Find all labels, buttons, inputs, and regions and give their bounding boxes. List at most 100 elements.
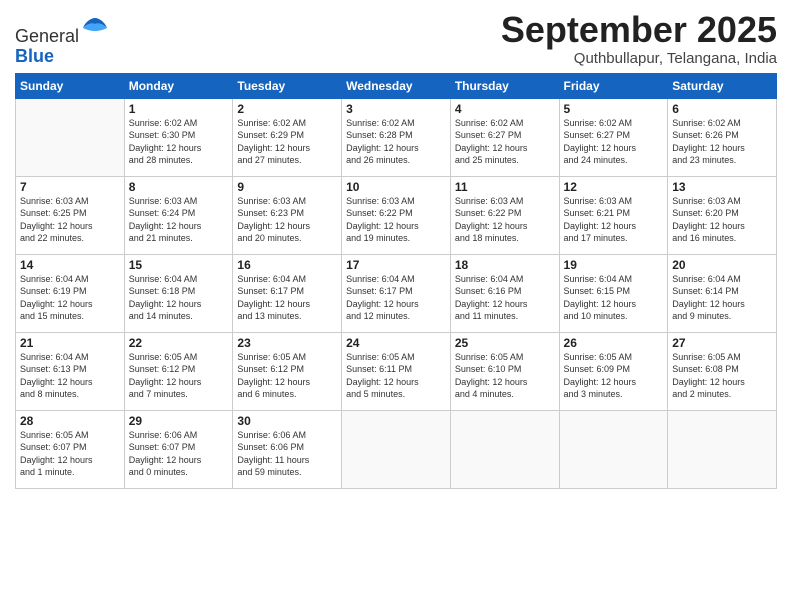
calendar-cell: 22Sunrise: 6:05 AM Sunset: 6:12 PM Dayli… xyxy=(124,332,233,410)
calendar-cell: 18Sunrise: 6:04 AM Sunset: 6:16 PM Dayli… xyxy=(450,254,559,332)
day-header-sunday: Sunday xyxy=(16,73,125,98)
calendar-cell: 1Sunrise: 6:02 AM Sunset: 6:30 PM Daylig… xyxy=(124,98,233,176)
day-number: 7 xyxy=(20,180,120,194)
day-info: Sunrise: 6:02 AM Sunset: 6:29 PM Dayligh… xyxy=(237,117,337,167)
calendar-cell: 29Sunrise: 6:06 AM Sunset: 6:07 PM Dayli… xyxy=(124,410,233,488)
logo-blue: Blue xyxy=(15,46,54,66)
day-header-tuesday: Tuesday xyxy=(233,73,342,98)
day-number: 18 xyxy=(455,258,555,272)
page: General Blue September 2025 Quthbullapur… xyxy=(0,0,792,612)
day-header-saturday: Saturday xyxy=(668,73,777,98)
day-number: 15 xyxy=(129,258,229,272)
calendar-cell: 19Sunrise: 6:04 AM Sunset: 6:15 PM Dayli… xyxy=(559,254,668,332)
day-info: Sunrise: 6:04 AM Sunset: 6:19 PM Dayligh… xyxy=(20,273,120,323)
day-number: 11 xyxy=(455,180,555,194)
day-number: 27 xyxy=(672,336,772,350)
day-info: Sunrise: 6:05 AM Sunset: 6:08 PM Dayligh… xyxy=(672,351,772,401)
day-info: Sunrise: 6:06 AM Sunset: 6:06 PM Dayligh… xyxy=(237,429,337,479)
day-number: 1 xyxy=(129,102,229,116)
day-info: Sunrise: 6:03 AM Sunset: 6:22 PM Dayligh… xyxy=(455,195,555,245)
day-info: Sunrise: 6:04 AM Sunset: 6:15 PM Dayligh… xyxy=(564,273,664,323)
day-number: 26 xyxy=(564,336,664,350)
calendar-cell: 4Sunrise: 6:02 AM Sunset: 6:27 PM Daylig… xyxy=(450,98,559,176)
calendar-cell: 7Sunrise: 6:03 AM Sunset: 6:25 PM Daylig… xyxy=(16,176,125,254)
day-number: 20 xyxy=(672,258,772,272)
calendar-cell: 8Sunrise: 6:03 AM Sunset: 6:24 PM Daylig… xyxy=(124,176,233,254)
day-number: 25 xyxy=(455,336,555,350)
calendar-cell: 23Sunrise: 6:05 AM Sunset: 6:12 PM Dayli… xyxy=(233,332,342,410)
calendar-body: 1Sunrise: 6:02 AM Sunset: 6:30 PM Daylig… xyxy=(16,98,777,488)
calendar-cell xyxy=(342,410,451,488)
calendar-cell: 15Sunrise: 6:04 AM Sunset: 6:18 PM Dayli… xyxy=(124,254,233,332)
week-row-4: 28Sunrise: 6:05 AM Sunset: 6:07 PM Dayli… xyxy=(16,410,777,488)
day-info: Sunrise: 6:02 AM Sunset: 6:26 PM Dayligh… xyxy=(672,117,772,167)
calendar-cell: 2Sunrise: 6:02 AM Sunset: 6:29 PM Daylig… xyxy=(233,98,342,176)
day-info: Sunrise: 6:03 AM Sunset: 6:21 PM Dayligh… xyxy=(564,195,664,245)
calendar-cell: 12Sunrise: 6:03 AM Sunset: 6:21 PM Dayli… xyxy=(559,176,668,254)
calendar-cell: 27Sunrise: 6:05 AM Sunset: 6:08 PM Dayli… xyxy=(668,332,777,410)
day-info: Sunrise: 6:03 AM Sunset: 6:22 PM Dayligh… xyxy=(346,195,446,245)
day-info: Sunrise: 6:04 AM Sunset: 6:14 PM Dayligh… xyxy=(672,273,772,323)
day-info: Sunrise: 6:03 AM Sunset: 6:23 PM Dayligh… xyxy=(237,195,337,245)
day-header-monday: Monday xyxy=(124,73,233,98)
calendar-cell: 13Sunrise: 6:03 AM Sunset: 6:20 PM Dayli… xyxy=(668,176,777,254)
day-header-wednesday: Wednesday xyxy=(342,73,451,98)
logo-blue-text: Blue xyxy=(15,47,109,67)
calendar-cell: 14Sunrise: 6:04 AM Sunset: 6:19 PM Dayli… xyxy=(16,254,125,332)
calendar-cell: 26Sunrise: 6:05 AM Sunset: 6:09 PM Dayli… xyxy=(559,332,668,410)
day-info: Sunrise: 6:05 AM Sunset: 6:07 PM Dayligh… xyxy=(20,429,120,479)
calendar-cell: 24Sunrise: 6:05 AM Sunset: 6:11 PM Dayli… xyxy=(342,332,451,410)
day-info: Sunrise: 6:04 AM Sunset: 6:13 PM Dayligh… xyxy=(20,351,120,401)
day-number: 8 xyxy=(129,180,229,194)
day-info: Sunrise: 6:02 AM Sunset: 6:27 PM Dayligh… xyxy=(564,117,664,167)
calendar-cell: 21Sunrise: 6:04 AM Sunset: 6:13 PM Dayli… xyxy=(16,332,125,410)
logo-general: General xyxy=(15,26,79,46)
logo-text: General xyxy=(15,14,109,47)
calendar-cell xyxy=(668,410,777,488)
day-info: Sunrise: 6:06 AM Sunset: 6:07 PM Dayligh… xyxy=(129,429,229,479)
day-info: Sunrise: 6:04 AM Sunset: 6:17 PM Dayligh… xyxy=(346,273,446,323)
day-number: 29 xyxy=(129,414,229,428)
day-number: 28 xyxy=(20,414,120,428)
week-row-0: 1Sunrise: 6:02 AM Sunset: 6:30 PM Daylig… xyxy=(16,98,777,176)
day-info: Sunrise: 6:02 AM Sunset: 6:30 PM Dayligh… xyxy=(129,117,229,167)
day-info: Sunrise: 6:05 AM Sunset: 6:09 PM Dayligh… xyxy=(564,351,664,401)
title-block: September 2025 Quthbullapur, Telangana, … xyxy=(501,10,777,67)
calendar-cell: 9Sunrise: 6:03 AM Sunset: 6:23 PM Daylig… xyxy=(233,176,342,254)
day-number: 4 xyxy=(455,102,555,116)
day-number: 2 xyxy=(237,102,337,116)
calendar-header: SundayMondayTuesdayWednesdayThursdayFrid… xyxy=(16,73,777,98)
day-number: 21 xyxy=(20,336,120,350)
month-title: September 2025 xyxy=(501,10,777,50)
subtitle: Quthbullapur, Telangana, India xyxy=(501,50,777,67)
day-number: 3 xyxy=(346,102,446,116)
day-info: Sunrise: 6:04 AM Sunset: 6:18 PM Dayligh… xyxy=(129,273,229,323)
calendar-cell: 28Sunrise: 6:05 AM Sunset: 6:07 PM Dayli… xyxy=(16,410,125,488)
calendar-cell xyxy=(559,410,668,488)
calendar-cell: 3Sunrise: 6:02 AM Sunset: 6:28 PM Daylig… xyxy=(342,98,451,176)
day-info: Sunrise: 6:05 AM Sunset: 6:11 PM Dayligh… xyxy=(346,351,446,401)
day-number: 19 xyxy=(564,258,664,272)
logo: General Blue xyxy=(15,14,109,67)
calendar-cell: 10Sunrise: 6:03 AM Sunset: 6:22 PM Dayli… xyxy=(342,176,451,254)
day-info: Sunrise: 6:03 AM Sunset: 6:20 PM Dayligh… xyxy=(672,195,772,245)
day-header-friday: Friday xyxy=(559,73,668,98)
day-number: 16 xyxy=(237,258,337,272)
calendar-cell: 17Sunrise: 6:04 AM Sunset: 6:17 PM Dayli… xyxy=(342,254,451,332)
header: General Blue September 2025 Quthbullapur… xyxy=(15,10,777,67)
calendar-cell: 30Sunrise: 6:06 AM Sunset: 6:06 PM Dayli… xyxy=(233,410,342,488)
day-number: 5 xyxy=(564,102,664,116)
week-row-3: 21Sunrise: 6:04 AM Sunset: 6:13 PM Dayli… xyxy=(16,332,777,410)
day-number: 9 xyxy=(237,180,337,194)
day-number: 22 xyxy=(129,336,229,350)
calendar-cell: 16Sunrise: 6:04 AM Sunset: 6:17 PM Dayli… xyxy=(233,254,342,332)
day-number: 23 xyxy=(237,336,337,350)
day-info: Sunrise: 6:02 AM Sunset: 6:27 PM Dayligh… xyxy=(455,117,555,167)
day-number: 13 xyxy=(672,180,772,194)
day-number: 14 xyxy=(20,258,120,272)
day-number: 17 xyxy=(346,258,446,272)
day-header-thursday: Thursday xyxy=(450,73,559,98)
day-number: 24 xyxy=(346,336,446,350)
calendar: SundayMondayTuesdayWednesdayThursdayFrid… xyxy=(15,73,777,489)
calendar-cell xyxy=(450,410,559,488)
